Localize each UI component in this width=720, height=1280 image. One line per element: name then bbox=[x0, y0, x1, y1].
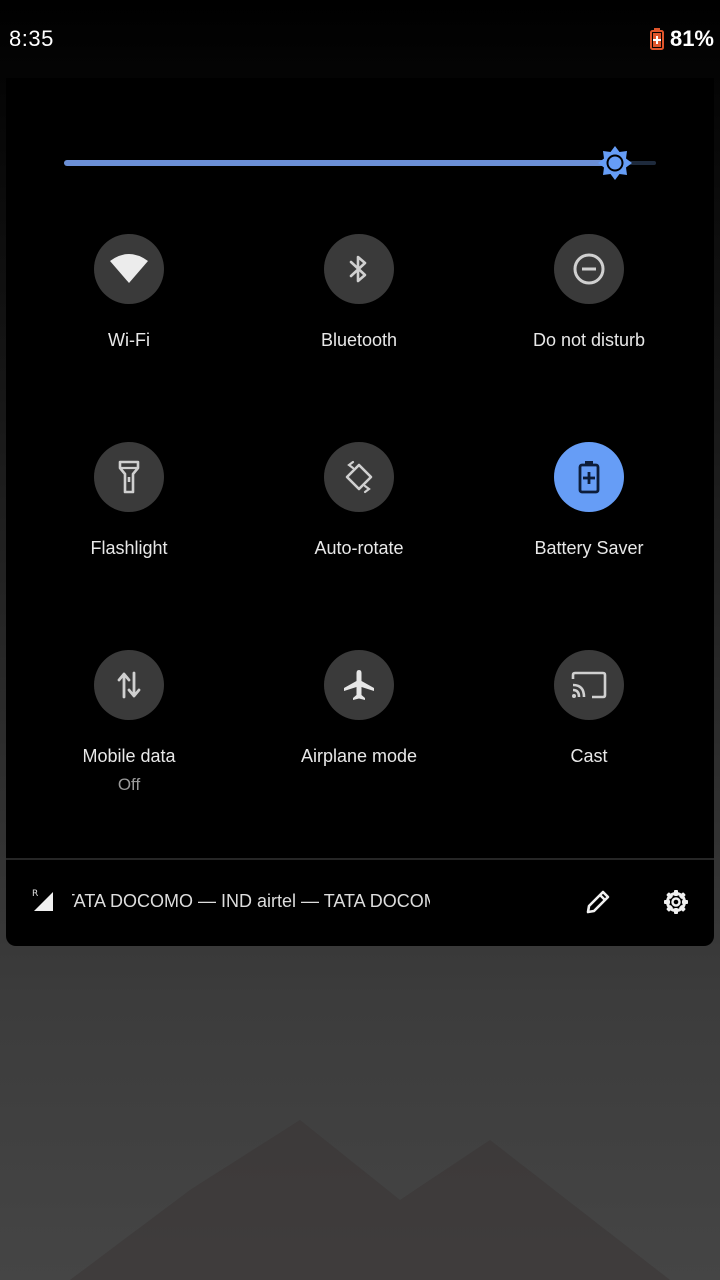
quick-settings-footer: R TATA DOCOMO — IND airtel — TATA DOCOMO bbox=[6, 860, 714, 946]
roaming-indicator: R bbox=[32, 889, 38, 899]
tile-wifi[interactable]: Wi-Fi bbox=[14, 234, 244, 351]
flashlight-icon bbox=[118, 460, 140, 494]
cast-icon bbox=[571, 671, 607, 699]
tile-cast[interactable]: Cast bbox=[474, 650, 704, 767]
tile-airplane-mode[interactable]: Airplane mode bbox=[244, 650, 474, 767]
battery-status: 81% bbox=[649, 26, 714, 52]
flashlight-toggle[interactable] bbox=[94, 442, 164, 512]
tile-bluetooth[interactable]: Bluetooth bbox=[244, 234, 474, 351]
tile-do-not-disturb[interactable]: Do not disturb bbox=[474, 234, 704, 351]
tile-auto-rotate[interactable]: Auto-rotate bbox=[244, 442, 474, 559]
brightness-icon bbox=[598, 146, 632, 180]
clock: 8:35 bbox=[9, 26, 54, 51]
do-not-disturb-toggle[interactable] bbox=[554, 234, 624, 304]
mobile-data-icon bbox=[117, 671, 141, 699]
tile-label: Flashlight bbox=[90, 538, 168, 558]
tile-label: Auto-rotate bbox=[314, 538, 404, 558]
auto-rotate-toggle[interactable] bbox=[324, 442, 394, 512]
edit-button[interactable] bbox=[584, 888, 612, 916]
quick-settings-panel: Wi-Fi Bluetooth Do not disturb Flashligh… bbox=[6, 78, 714, 946]
tile-label: Do not disturb bbox=[532, 330, 646, 350]
battery-saver-toggle[interactable] bbox=[554, 442, 624, 512]
bluetooth-toggle[interactable] bbox=[324, 234, 394, 304]
tile-label: Bluetooth bbox=[320, 330, 398, 350]
wallpaper-shape bbox=[70, 1120, 670, 1280]
tile-battery-saver[interactable]: Battery Saver bbox=[474, 442, 704, 559]
auto-rotate-icon bbox=[345, 460, 373, 494]
wifi-icon bbox=[110, 254, 148, 283]
cast-toggle[interactable] bbox=[554, 650, 624, 720]
do-not-disturb-icon bbox=[573, 253, 605, 285]
carrier-text: TATA DOCOMO — IND airtel — TATA DOCOMO bbox=[72, 891, 430, 911]
tile-label: Wi-Fi bbox=[108, 330, 150, 350]
signal-roaming-icon: R bbox=[32, 889, 53, 911]
wifi-toggle[interactable] bbox=[94, 234, 164, 304]
tile-mobile-data[interactable]: Mobile data Off bbox=[14, 650, 244, 795]
tile-label: Cast bbox=[570, 746, 608, 766]
airplane-icon bbox=[344, 670, 374, 700]
status-bar: 8:35 81% bbox=[0, 0, 720, 78]
pencil-icon bbox=[586, 890, 610, 914]
tile-flashlight[interactable]: Flashlight bbox=[14, 442, 244, 559]
tile-label: Airplane mode bbox=[300, 746, 418, 766]
battery-percent: 81% bbox=[669, 26, 714, 51]
brightness-fill bbox=[64, 160, 615, 166]
battery-charging-icon bbox=[649, 28, 664, 50]
settings-button[interactable] bbox=[662, 888, 690, 916]
bluetooth-icon bbox=[349, 255, 367, 283]
mobile-data-toggle[interactable] bbox=[94, 650, 164, 720]
tile-sublabel: Off bbox=[117, 775, 141, 794]
brightness-thumb[interactable] bbox=[597, 145, 633, 181]
tile-label: Mobile data bbox=[82, 746, 176, 766]
brightness-slider[interactable] bbox=[64, 145, 656, 181]
carrier-ticker: TATA DOCOMO — IND airtel — TATA DOCOMO bbox=[72, 891, 430, 912]
airplane-mode-toggle[interactable] bbox=[324, 650, 394, 720]
gear-icon bbox=[664, 890, 688, 914]
tile-label: Battery Saver bbox=[534, 538, 644, 558]
battery-saver-icon bbox=[578, 461, 600, 494]
